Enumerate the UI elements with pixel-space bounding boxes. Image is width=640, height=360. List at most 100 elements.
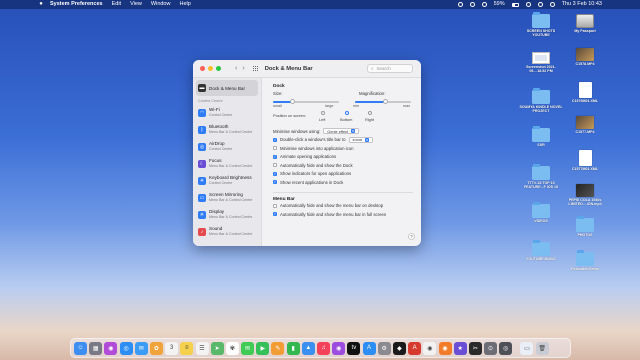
reminders-icon[interactable]: ☰ [195,341,209,355]
position-left-radio[interactable] [321,111,325,115]
imovie-icon[interactable]: ★ [453,341,467,355]
search-field[interactable]: ⌕ Search [367,64,413,73]
desktop-item[interactable]: C1577M01.XML [563,150,607,171]
finder-icon[interactable]: ☺ [74,341,87,355]
airdrop-icon: ◎ [198,142,206,151]
keynote-icon[interactable]: ▲ [301,341,315,355]
desktop-item[interactable]: PEPSI COLA 1940s LIMITED....ION.mp4 [563,184,607,207]
music-icon[interactable]: ♫ [317,341,330,355]
sidebar-item-label: Bluetooth [209,124,229,130]
messages-icon[interactable]: ✉ [241,341,255,355]
sidebar-item-wi-fi[interactable]: ◠ Wi-Fi Control Centre [193,104,261,121]
minimise-button[interactable] [208,66,213,71]
checkbox[interactable] [273,203,277,208]
appstore-icon[interactable]: A [362,341,376,355]
search-status-icon[interactable] [537,2,543,7]
desktop-item[interactable]: Screenshot 2021-05....18.52 PM [519,52,563,74]
sidebar-item-focus[interactable]: ☾ Focus Menu Bar & Control Centre [193,155,261,172]
sidebar-item-keyboard-brightness[interactable]: ☀ Keyboard Brightness Control Centre [193,172,261,189]
desktop-item[interactable]: TTTV-15.TOP 15 FEATURE...F IOS 15 [519,164,563,190]
checkbox[interactable] [273,163,277,168]
close-button[interactable] [200,66,205,71]
zoom-button[interactable] [216,66,221,71]
desktop-item[interactable]: YOUTUBE MUSIC [519,240,563,261]
magnification-slider-knob[interactable] [383,99,389,105]
system-prefs-icon[interactable]: ⚙ [377,341,391,355]
back-arrow-icon[interactable]: ‹ [235,65,237,72]
other-app-icon[interactable]: ◎ [499,341,513,355]
sidebar-item-sound[interactable]: ♪ Sound Menu Bar & Control Centre [193,223,261,240]
screenshot-icon[interactable]: ⊙ [484,341,498,355]
clock-icon[interactable] [469,2,475,7]
desktop-item[interactable]: SOUMYA KINDLE NOVEL PROJECT [519,88,563,114]
acrobat-icon[interactable]: A [408,341,422,355]
checkbox[interactable]: ✓ [273,180,277,185]
checkbox[interactable] [273,146,277,151]
double-click-action-select[interactable]: zoom ⇅ [348,136,374,143]
safari-icon[interactable]: ◎ [119,341,133,355]
desktop-item[interactable]: SCREEN SHOTS YOUTUBE [519,12,563,38]
calendar-icon[interactable]: 3 [165,341,179,355]
battery-icon[interactable] [511,2,519,7]
desktop-item[interactable]: My Passport [563,14,607,33]
menu-bar-clock[interactable]: Thu 3 Feb 10:43 [562,0,602,9]
chrome-icon[interactable]: ◉ [423,341,437,355]
desktop-item-label: SOUMYA KINDLE NOVEL PROJECT [519,105,563,114]
menu-view[interactable]: View [130,0,142,9]
sidebar-item-label: Wi-Fi [209,107,220,113]
checkbox[interactable]: ✓ [273,212,277,217]
maps-icon[interactable]: ➤ [210,341,224,355]
final-cut-icon[interactable]: ✂ [468,341,482,355]
sidebar-item-bluetooth[interactable]: ᛒ Bluetooth Menu Bar & Control Centre [193,121,261,138]
trash-icon[interactable]: 🗑 [535,341,549,355]
checkbox[interactable]: ✓ [273,171,277,176]
menu-help[interactable]: Help [179,0,190,9]
photos-icon[interactable]: ✿ [149,341,163,355]
facetime-icon[interactable]: ▶ [256,341,270,355]
desktop-item[interactable]: C1576M01.XML [563,82,607,103]
size-slider[interactable] [273,99,339,105]
sidebar-item-dock-menu-bar[interactable]: ▬ Dock & Menu Bar [196,80,258,96]
menu-window[interactable]: Window [151,0,171,9]
control-centre-icon[interactable] [549,2,555,7]
record-icon[interactable] [457,2,463,7]
position-right-radio[interactable] [368,111,372,115]
mail-icon[interactable]: ✉ [134,341,148,355]
firefox-icon[interactable]: ◉ [438,341,452,355]
sidebar-item-display[interactable]: ☀ Display Menu Bar & Control Centre [193,206,261,223]
magnification-slider[interactable] [355,99,411,105]
podcasts-icon[interactable]: ◉ [332,341,346,355]
notes-icon[interactable]: ≡ [180,341,194,355]
sidebar: ▬ Dock & Menu Bar Control Centre ◠ Wi-Fi C… [193,78,262,246]
position-bottom-radio[interactable] [345,111,349,115]
desktop-item[interactable]: SSR [519,126,563,147]
menu-app-name[interactable]: System Preferences [50,0,103,9]
double-click-checkbox[interactable]: ✓ [273,137,277,142]
apple-menu-icon[interactable]: ● [38,1,44,8]
appletv-icon[interactable]: tv [347,341,361,355]
photos-app-icon[interactable]: ✾ [225,341,239,355]
desktop-item[interactable]: C1577.MP4 [563,116,607,134]
desktop-item[interactable]: PHOTOS [563,216,607,237]
launchpad-icon[interactable]: ▦ [89,341,103,355]
preview-icon[interactable]: ▭ [520,341,534,355]
size-slider-knob[interactable] [290,99,296,105]
menu-edit[interactable]: Edit [112,0,121,9]
nvidia-icon[interactable]: ◆ [392,341,406,355]
checkbox[interactable]: ✓ [273,154,277,159]
desktop-item[interactable]: C1578.MP4 [563,48,607,66]
numbers-icon[interactable]: ▮ [286,341,300,355]
show-all-grid-icon[interactable] [252,65,259,72]
forward-arrow-icon[interactable]: › [242,65,244,72]
desktop-item[interactable]: VIDEOS [519,202,563,223]
wifi-status-icon[interactable] [525,2,531,7]
battery-percent[interactable]: 59% [494,0,505,9]
desktop-item[interactable]: Relocated Items [563,250,607,271]
sidebar-item-airdrop[interactable]: ◎ AirDrop Control Centre [193,138,261,155]
help-button[interactable]: ? [408,233,415,240]
siri-icon[interactable]: ◉ [104,341,118,355]
bluetooth-status-icon[interactable] [481,2,487,7]
minimise-effect-select[interactable]: Genie effect ⇅ [323,128,360,135]
sidebar-item-screen-mirroring[interactable]: ▭ Screen Mirroring Menu Bar & Control Cent… [193,189,261,206]
pages-icon[interactable]: ✎ [271,341,285,355]
